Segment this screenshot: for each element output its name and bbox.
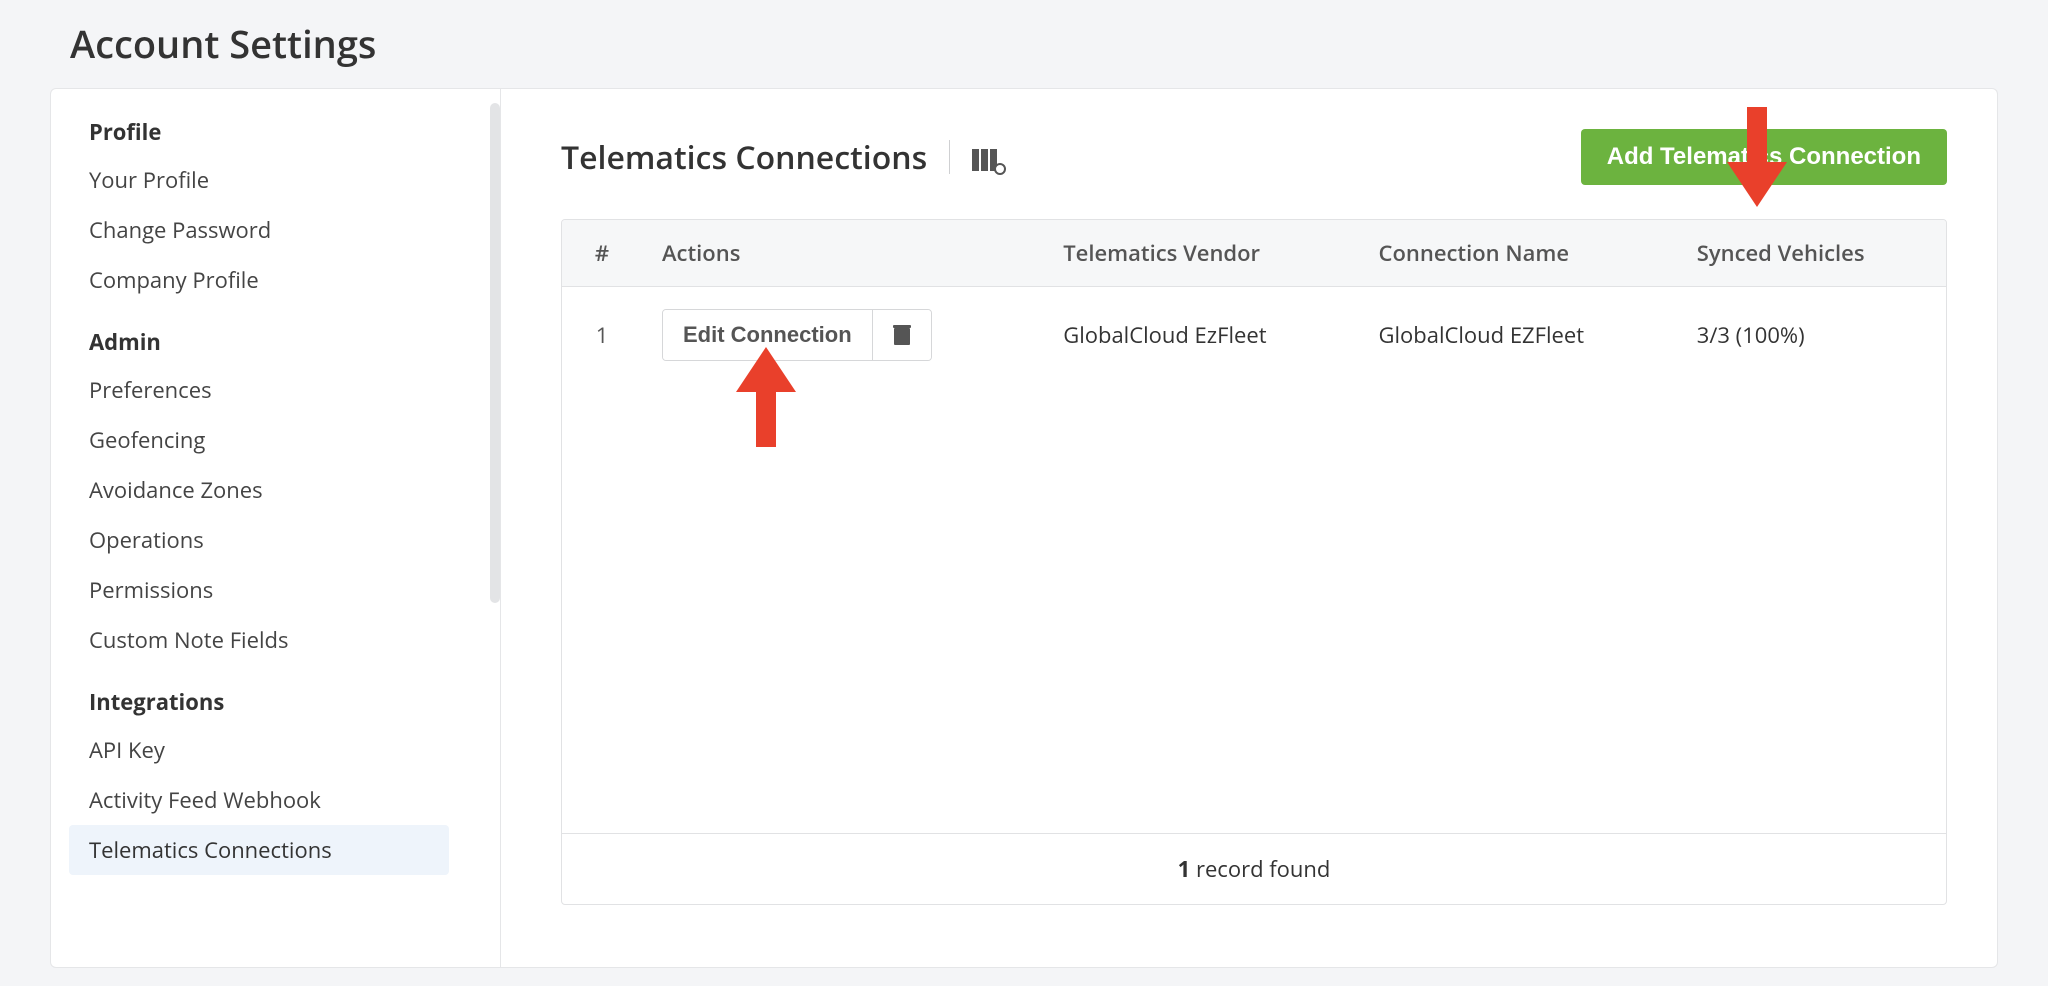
nav-avoidance-zones[interactable]: Avoidance Zones	[51, 465, 486, 515]
nav-activity-feed-webhook[interactable]: Activity Feed Webhook	[51, 775, 486, 825]
annotation-arrow-up	[736, 347, 796, 447]
sidebar: Profile Your Profile Change Password Com…	[51, 89, 501, 967]
row-number: 1	[562, 287, 642, 384]
annotation-arrow-down	[1727, 107, 1787, 207]
nav-api-key[interactable]: API Key	[51, 725, 486, 775]
delete-connection-button[interactable]	[872, 310, 931, 360]
table-footer: 1 record found	[562, 833, 1946, 904]
sidebar-scrollbar[interactable]	[490, 103, 500, 603]
sidebar-heading-profile: Profile	[51, 113, 486, 155]
nav-operations[interactable]: Operations	[51, 515, 486, 565]
main-content: Telematics Connections Add Telematics Co…	[501, 89, 1997, 967]
row-connection-name: GlobalCloud EZFleet	[1359, 287, 1677, 384]
page-title: Account Settings	[0, 0, 2048, 88]
row-vendor: GlobalCloud EzFleet	[1043, 287, 1358, 384]
nav-company-profile[interactable]: Company Profile	[51, 255, 486, 305]
row-actions: Edit Connection	[642, 287, 1043, 384]
record-count: 1	[1178, 854, 1191, 884]
col-actions: Actions	[642, 220, 1043, 287]
section-title: Telematics Connections	[561, 136, 927, 179]
connections-table: # Actions Telematics Vendor Connection N…	[561, 219, 1947, 905]
col-synced: Synced Vehicles	[1677, 220, 1946, 287]
sidebar-heading-admin: Admin	[51, 323, 486, 365]
nav-geofencing[interactable]: Geofencing	[51, 415, 486, 465]
sidebar-heading-integrations: Integrations	[51, 683, 486, 725]
col-vendor: Telematics Vendor	[1043, 220, 1358, 287]
row-synced: 3/3 (100%)	[1677, 287, 1946, 384]
nav-preferences[interactable]: Preferences	[51, 365, 486, 415]
nav-telematics-connections[interactable]: Telematics Connections	[69, 825, 449, 875]
nav-change-password[interactable]: Change Password	[51, 205, 486, 255]
nav-custom-note-fields[interactable]: Custom Note Fields	[51, 615, 486, 665]
nav-permissions[interactable]: Permissions	[51, 565, 486, 615]
col-connection-name: Connection Name	[1359, 220, 1677, 287]
row-action-group: Edit Connection	[662, 309, 932, 361]
trash-icon	[893, 325, 911, 345]
columns-settings-icon[interactable]	[972, 143, 1000, 171]
nav-your-profile[interactable]: Your Profile	[51, 155, 486, 205]
main-title-wrap: Telematics Connections	[561, 136, 1000, 179]
col-number: #	[562, 220, 642, 287]
settings-panel: Profile Your Profile Change Password Com…	[50, 88, 1998, 968]
record-found-text: record found	[1190, 854, 1330, 884]
divider	[949, 140, 950, 174]
